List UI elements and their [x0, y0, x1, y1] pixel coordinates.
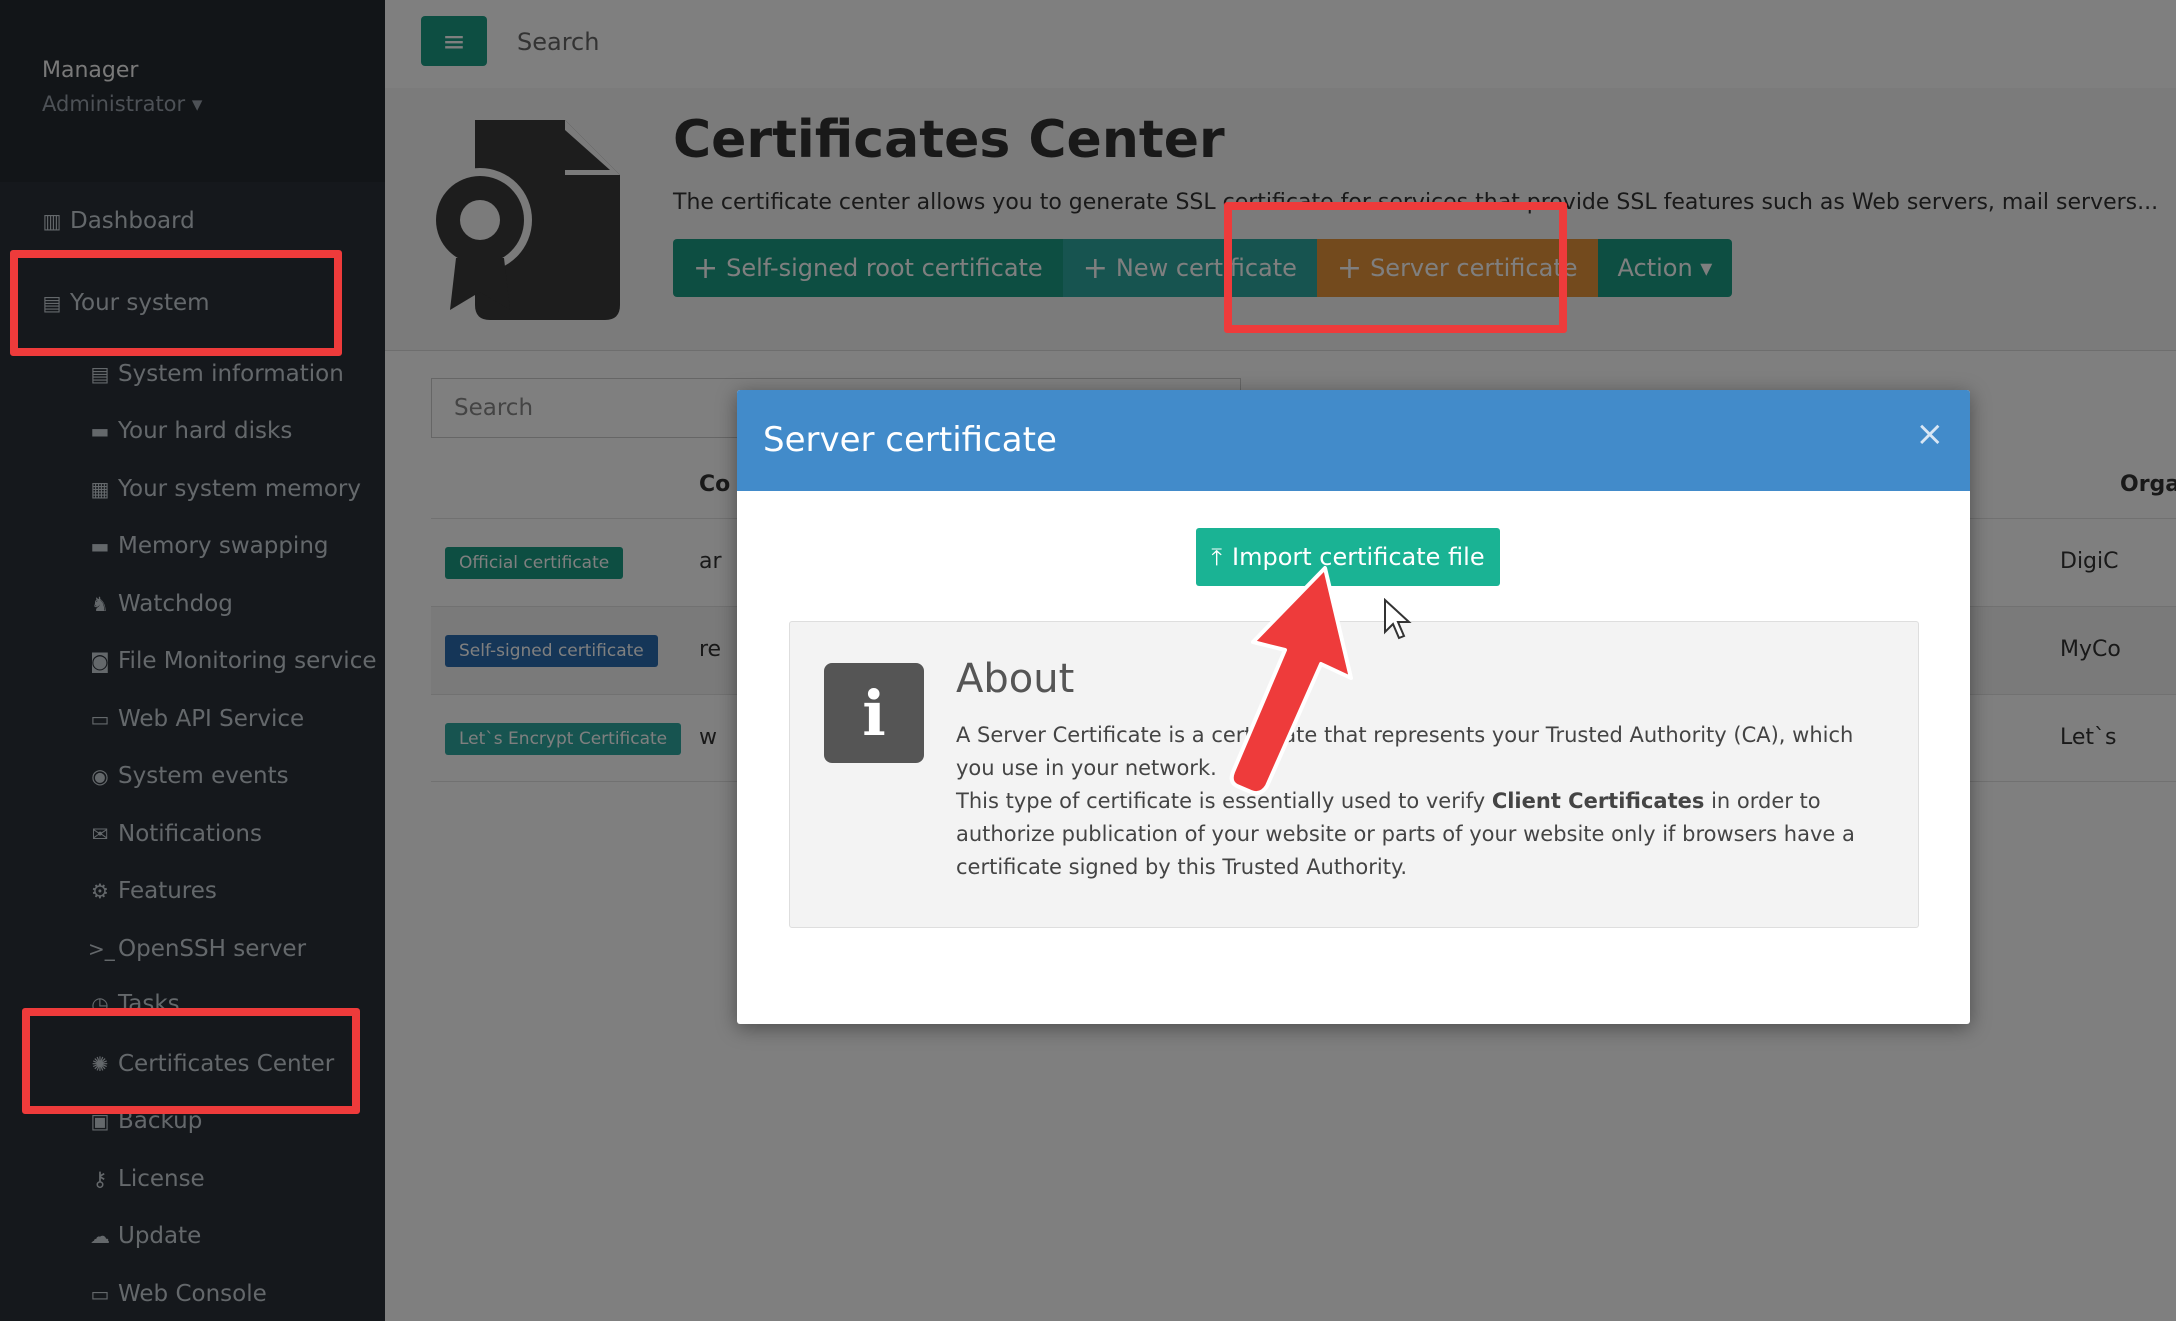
highlight-box	[22, 1008, 360, 1114]
highlight-box	[10, 250, 342, 356]
close-icon[interactable]: ×	[1916, 414, 1945, 454]
about-paragraph: This type of certificate is essentially …	[956, 785, 1896, 884]
about-title: About	[956, 656, 1075, 702]
highlight-box	[1224, 202, 1567, 333]
modal-title: Server certificate	[763, 420, 1057, 460]
annotation-arrow-icon	[1229, 566, 1353, 796]
about-text: A Server Certificate is a certificate th…	[956, 719, 1896, 884]
upload-icon: ⤒	[1211, 543, 1223, 571]
about-text-bold: Client Certificates	[1491, 789, 1705, 813]
about-paragraph: A Server Certificate is a certificate th…	[956, 723, 1854, 780]
info-icon: i	[824, 663, 924, 763]
modal-header: Server certificate ×	[737, 390, 1970, 491]
mouse-cursor-icon	[1384, 598, 1412, 640]
about-text-fragment: This type of certificate is essentially …	[956, 789, 1492, 813]
